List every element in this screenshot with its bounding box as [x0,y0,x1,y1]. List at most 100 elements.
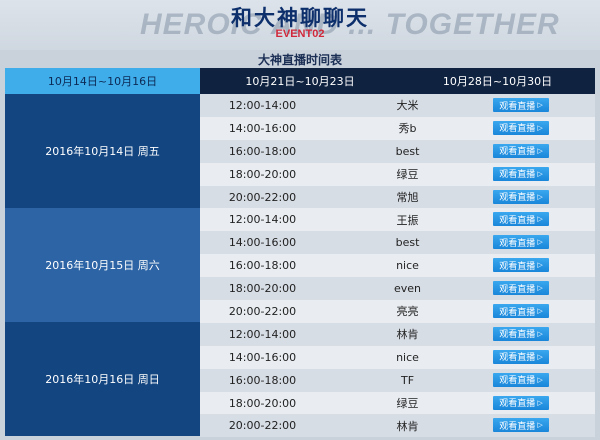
watch-live-label: 观看直播 [499,307,536,318]
watch-live-label: 观看直播 [499,261,536,272]
watch-live-label: 观看直播 [499,238,536,249]
table-row: 14:00-16:00 秀b 观看直播 ▷ [200,116,595,140]
host-name: 林肯 [396,419,419,433]
watch-live-button[interactable]: 观看直播 ▷ [493,235,549,250]
host-name: TF [400,373,415,387]
host-name: nice [396,350,419,364]
time-slot: 18:00-20:00 [228,167,297,181]
play-arrow-icon: ▷ [537,101,543,109]
host-name: best [395,144,420,158]
host-name: 王振 [396,213,419,227]
table-row: 18:00-20:00 even 观看直播 ▷ [200,277,595,301]
schedule-title: 大神直播时间表 [257,53,342,67]
watch-live-button[interactable]: 观看直播 ▷ [493,143,549,158]
table-row: 14:00-16:00 nice 观看直播 ▷ [200,345,595,369]
play-arrow-icon: ▷ [537,192,543,201]
table-row: 14:00-16:00 best 观看直播 ▷ [200,231,595,255]
time-slot: 12:00-14:00 [228,98,297,112]
time-slot: 12:00-14:00 [228,327,297,341]
watch-live-button[interactable]: 观看直播 ▷ [493,281,549,296]
table-row: 16:00-18:00 nice 观看直播 ▷ [200,254,595,278]
watch-live-label: 观看直播 [499,101,536,112]
schedule-rows: 12:00-14:00 大米 观看直播 ▷ 14:00-16:00 秀b 观看直播 ▷ 16:0… [200,94,595,438]
event-label: EVENT02 [275,28,325,40]
tab-week-2[interactable]: 10月21日~10月23日 [200,68,400,94]
host-name: best [395,236,420,250]
host-name: 绿豆 [396,168,419,182]
table-row: 18:00-20:00 绿豆 观看直播 ▷ [200,162,595,186]
watch-live-button[interactable]: 观看直播 ▷ [493,349,549,364]
time-slot: 14:00-16:00 [228,350,297,364]
watch-live-label: 观看直播 [499,170,536,181]
watch-live-label: 观看直播 [499,353,536,364]
watch-live-label: 观看直播 [499,284,536,295]
play-arrow-icon: ▷ [537,169,543,178]
table-row: 16:00-18:00 best 观看直播 ▷ [200,139,595,163]
watch-live-button[interactable]: 观看直播 ▷ [493,166,549,181]
host-name: even [393,282,422,296]
watch-live-label: 观看直播 [499,421,536,432]
play-arrow-icon: ▷ [537,329,543,338]
time-slot: 14:00-16:00 [228,236,297,250]
host-name: 绿豆 [396,397,419,411]
table-row: 20:00-22:00 常旭 观看直播 ▷ [200,185,595,209]
host-name: 大米 [396,99,419,113]
table-row: 12:00-14:00 大米 观看直播 ▷ [200,94,595,117]
play-arrow-icon: ▷ [537,215,543,224]
table-row: 20:00-22:00 亮亮 观看直播 ▷ [200,300,595,323]
table-row: 12:00-14:00 林肯 观看直播 ▷ [200,322,595,346]
table-row: 20:00-22:00 林肯 观看直播 ▷ [200,414,595,438]
play-arrow-icon: ▷ [537,123,543,132]
table-row: 16:00-18:00 TF 观看直播 ▷ [200,368,595,392]
watch-live-label: 观看直播 [499,124,536,135]
host-name: 亮亮 [396,305,419,319]
play-arrow-icon: ▷ [537,421,543,430]
time-slot: 16:00-18:00 [228,144,297,158]
watch-live-button[interactable]: 观看直播 ▷ [493,326,549,341]
watch-live-label: 观看直播 [499,330,536,341]
header-banner: HEROIC AND ... TOGETHER 和大神聊聊天 EVENT02 [0,0,600,50]
watch-live-button[interactable]: 观看直播 ▷ [493,304,549,319]
host-name: 秀b [398,122,417,136]
host-name: 常旭 [396,191,419,204]
watch-live-label: 观看直播 [499,147,536,158]
day-label-1: 2016年10月14日 周五 [5,94,200,208]
tab-week-3[interactable]: 10月28日~10月30日 [400,68,595,94]
host-name: nice [396,259,419,273]
time-slot: 16:00-18:00 [228,373,297,387]
time-slot: 16:00-18:00 [228,259,297,273]
play-arrow-icon: ▷ [537,238,543,247]
play-arrow-icon: ▷ [537,146,543,155]
time-slot: 14:00-16:00 [228,121,297,135]
play-arrow-icon: ▷ [537,352,543,361]
time-slot: 18:00-20:00 [228,282,297,296]
day-label-3: 2016年10月16日 周日 [5,322,200,436]
play-arrow-icon: ▷ [537,375,543,384]
day-label-2: 2016年10月15日 周六 [5,208,200,322]
watch-live-button[interactable]: 观看直播 ▷ [493,212,549,227]
table-row: 12:00-14:00 王振 观看直播 ▷ [200,208,595,232]
tab-week-1[interactable]: 10月14日~10月16日 [5,68,200,94]
time-slot: 18:00-20:00 [228,396,297,410]
watch-live-button[interactable]: 观看直播 ▷ [493,372,549,387]
watch-live-button[interactable]: 观看直播 ▷ [493,120,549,135]
time-slot: 12:00-14:00 [228,213,297,227]
table-row: 18:00-20:00 绿豆 观看直播 ▷ [200,391,595,415]
time-slot: 20:00-22:00 [228,190,297,204]
play-arrow-icon: ▷ [537,284,543,293]
watch-live-label: 观看直播 [499,399,536,410]
play-arrow-icon: ▷ [537,307,543,316]
play-arrow-icon: ▷ [537,261,543,270]
watch-live-button[interactable]: 观看直播 ▷ [493,189,549,204]
watch-live-button[interactable]: 观看直播 ▷ [493,395,549,410]
play-arrow-icon: ▷ [537,398,543,407]
watch-live-button[interactable]: 观看直播 ▷ [493,258,549,273]
watch-live-button[interactable]: 观看直播 ▷ [493,98,549,112]
schedule-table: 10月14日~10月16日 10月21日~10月23日 10月28日~10月30… [5,68,595,438]
week-tabs: 10月14日~10月16日 10月21日~10月23日 10月28日~10月30… [5,68,595,94]
watch-live-label: 观看直播 [499,215,536,226]
host-name: 林肯 [396,328,419,342]
watch-live-button[interactable]: 观看直播 ▷ [493,418,549,433]
watch-live-label: 观看直播 [499,376,536,387]
time-slot: 20:00-22:00 [228,304,297,318]
